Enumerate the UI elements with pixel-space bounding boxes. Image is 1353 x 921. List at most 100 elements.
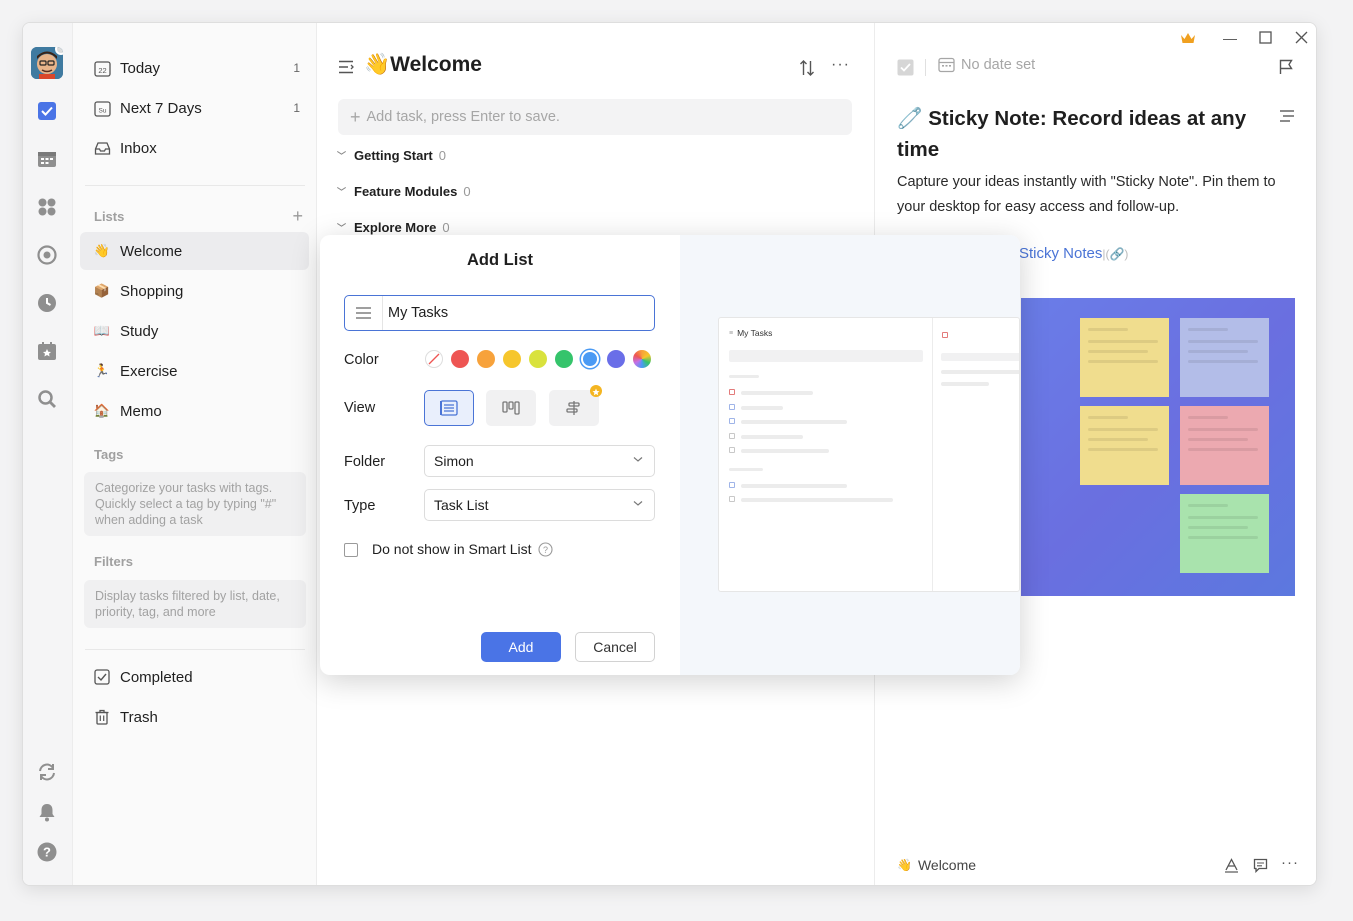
sidebar-item-trash[interactable]: Trash — [80, 698, 309, 736]
preview-menu-icon: ≡ — [729, 329, 734, 337]
sidebar: 22 Today 1 Su Next 7 Days 1 Inbox Lists … — [73, 23, 317, 885]
sidebar-item-inbox[interactable]: Inbox — [80, 129, 309, 167]
type-value: Task List — [434, 497, 489, 513]
calendar-icon[interactable] — [36, 148, 58, 170]
list-emoji: 📦 — [93, 283, 111, 298]
color-swatch[interactable] — [555, 350, 573, 368]
completed-check-icon — [93, 668, 111, 686]
search-icon[interactable] — [36, 388, 58, 410]
svg-text:Su: Su — [98, 107, 106, 114]
priority-flag-icon[interactable] — [1278, 59, 1294, 80]
tags-hint: Categorize your tasks with tags. Quickly… — [84, 472, 306, 536]
hide-smart-list-checkbox[interactable] — [344, 543, 358, 557]
add-task-input[interactable]: + Add task, press Enter to save. — [338, 99, 852, 135]
view-list-button[interactable] — [424, 390, 474, 426]
maximize-icon[interactable] — [1259, 31, 1272, 49]
tags-section-title: Tags — [94, 447, 124, 462]
close-icon[interactable] — [1295, 31, 1308, 49]
premium-badge-icon — [590, 385, 602, 397]
sort-icon[interactable] — [799, 59, 815, 82]
color-swatch[interactable] — [607, 350, 625, 368]
focus-icon[interactable] — [36, 244, 58, 266]
help-icon[interactable]: ? — [36, 841, 58, 863]
sidebar-item-completed[interactable]: Completed — [80, 658, 309, 696]
type-select[interactable]: Task List — [424, 489, 655, 521]
text-format-icon[interactable] — [1224, 858, 1239, 878]
group-getting-start[interactable]: ﹀ Getting Start 0 — [337, 148, 446, 163]
date-picker[interactable]: No date set — [938, 57, 1035, 73]
chevron-down-icon — [633, 457, 643, 462]
task-title[interactable]: 🧷 Sticky Note: Record ideas at any time — [897, 103, 1277, 165]
color-swatch[interactable] — [529, 350, 547, 368]
premium-crown-icon[interactable] — [1180, 31, 1196, 50]
chevron-down-icon — [633, 501, 643, 506]
color-swatch[interactable] — [503, 350, 521, 368]
list-preview: ≡ My Tasks — [718, 317, 1020, 592]
help-icon[interactable]: ? — [537, 541, 553, 557]
color-swatch[interactable] — [583, 352, 597, 366]
svg-text:?: ? — [43, 845, 51, 860]
bell-icon[interactable] — [36, 801, 58, 823]
comment-icon[interactable] — [1253, 858, 1268, 878]
color-swatch[interactable] — [451, 350, 469, 368]
sticky-notes-image — [1021, 298, 1295, 596]
minimize-icon[interactable]: — — [1223, 30, 1237, 46]
list-emoji: 👋 — [897, 858, 912, 872]
task-count: 1 — [293, 101, 300, 115]
group-count: 0 — [438, 148, 446, 163]
hide-smart-list-option[interactable]: Do not show in Smart List ? — [372, 541, 553, 557]
divider — [925, 59, 926, 76]
color-swatch[interactable] — [477, 350, 495, 368]
list-preview-pane: ≡ My Tasks — [680, 235, 1020, 675]
matrix-icon[interactable] — [36, 196, 58, 218]
color-none-swatch[interactable] — [425, 350, 443, 368]
task-list-selector[interactable]: 👋 Welcome — [897, 857, 976, 873]
sidebar-item-exercise[interactable]: 🏃 Exercise — [80, 352, 309, 390]
sidebar-item-shopping[interactable]: 📦 Shopping — [80, 272, 309, 310]
more-options-icon[interactable]: ··· — [1281, 855, 1299, 870]
sticky-note-card — [1180, 406, 1269, 485]
sticky-note-card — [1180, 318, 1269, 397]
sticky-notes-link[interactable]: Sticky Notes|(🔗) — [1019, 245, 1128, 262]
add-list-dialog: Add List Color View — [320, 235, 1020, 675]
group-count: 0 — [442, 220, 450, 235]
task-count: 1 — [293, 61, 300, 75]
sidebar-item-next-7-days[interactable]: Su Next 7 Days 1 — [80, 89, 309, 127]
link-icon: |(🔗) — [1102, 247, 1129, 261]
habit-clock-icon[interactable] — [36, 292, 58, 314]
add-list-icon[interactable]: + — [292, 207, 303, 225]
sync-icon[interactable] — [36, 761, 58, 783]
sidebar-toggle-icon[interactable] — [338, 59, 354, 80]
sidebar-item-study[interactable]: 📖 Study — [80, 312, 309, 350]
add-button[interactable]: Add — [481, 632, 561, 662]
tasks-icon[interactable] — [36, 100, 58, 122]
sidebar-item-memo[interactable]: 🏠 Memo — [80, 392, 309, 430]
group-feature-modules[interactable]: ﹀ Feature Modules 0 — [337, 184, 471, 199]
avatar[interactable] — [31, 47, 63, 79]
task-checkbox[interactable] — [897, 59, 914, 81]
divider — [85, 185, 305, 186]
filters-hint: Display tasks filtered by list, date, pr… — [84, 580, 306, 628]
view-kanban-button[interactable] — [486, 390, 536, 426]
task-description[interactable]: Capture your ideas instantly with "Stick… — [897, 170, 1307, 220]
list-name-field[interactable] — [344, 295, 655, 331]
sidebar-item-label: Next 7 Days — [120, 99, 202, 117]
sidebar-item-welcome[interactable]: 👋 Welcome — [80, 232, 309, 270]
list-name-input[interactable] — [388, 298, 638, 328]
hamburger-icon — [356, 307, 371, 319]
hide-smart-list-label: Do not show in Smart List — [372, 541, 532, 557]
cancel-button[interactable]: Cancel — [575, 632, 655, 662]
left-rail: ? — [23, 23, 73, 885]
list-emoji: 🏃 — [93, 363, 111, 378]
calendar-icon — [938, 57, 955, 73]
folder-select[interactable]: Simon — [424, 445, 655, 477]
custom-color-swatch[interactable] — [633, 350, 651, 368]
group-explore-more[interactable]: ﹀ Explore More 0 — [337, 220, 450, 235]
list-icon-picker[interactable] — [345, 296, 383, 330]
sidebar-item-today[interactable]: 22 Today 1 — [80, 49, 309, 87]
calendar-today-icon: 22 — [93, 59, 111, 77]
outline-icon[interactable] — [1279, 109, 1295, 128]
countdown-icon[interactable] — [36, 340, 58, 362]
more-options-icon[interactable]: ··· — [831, 57, 850, 73]
list-emoji: 👋 — [93, 243, 111, 258]
